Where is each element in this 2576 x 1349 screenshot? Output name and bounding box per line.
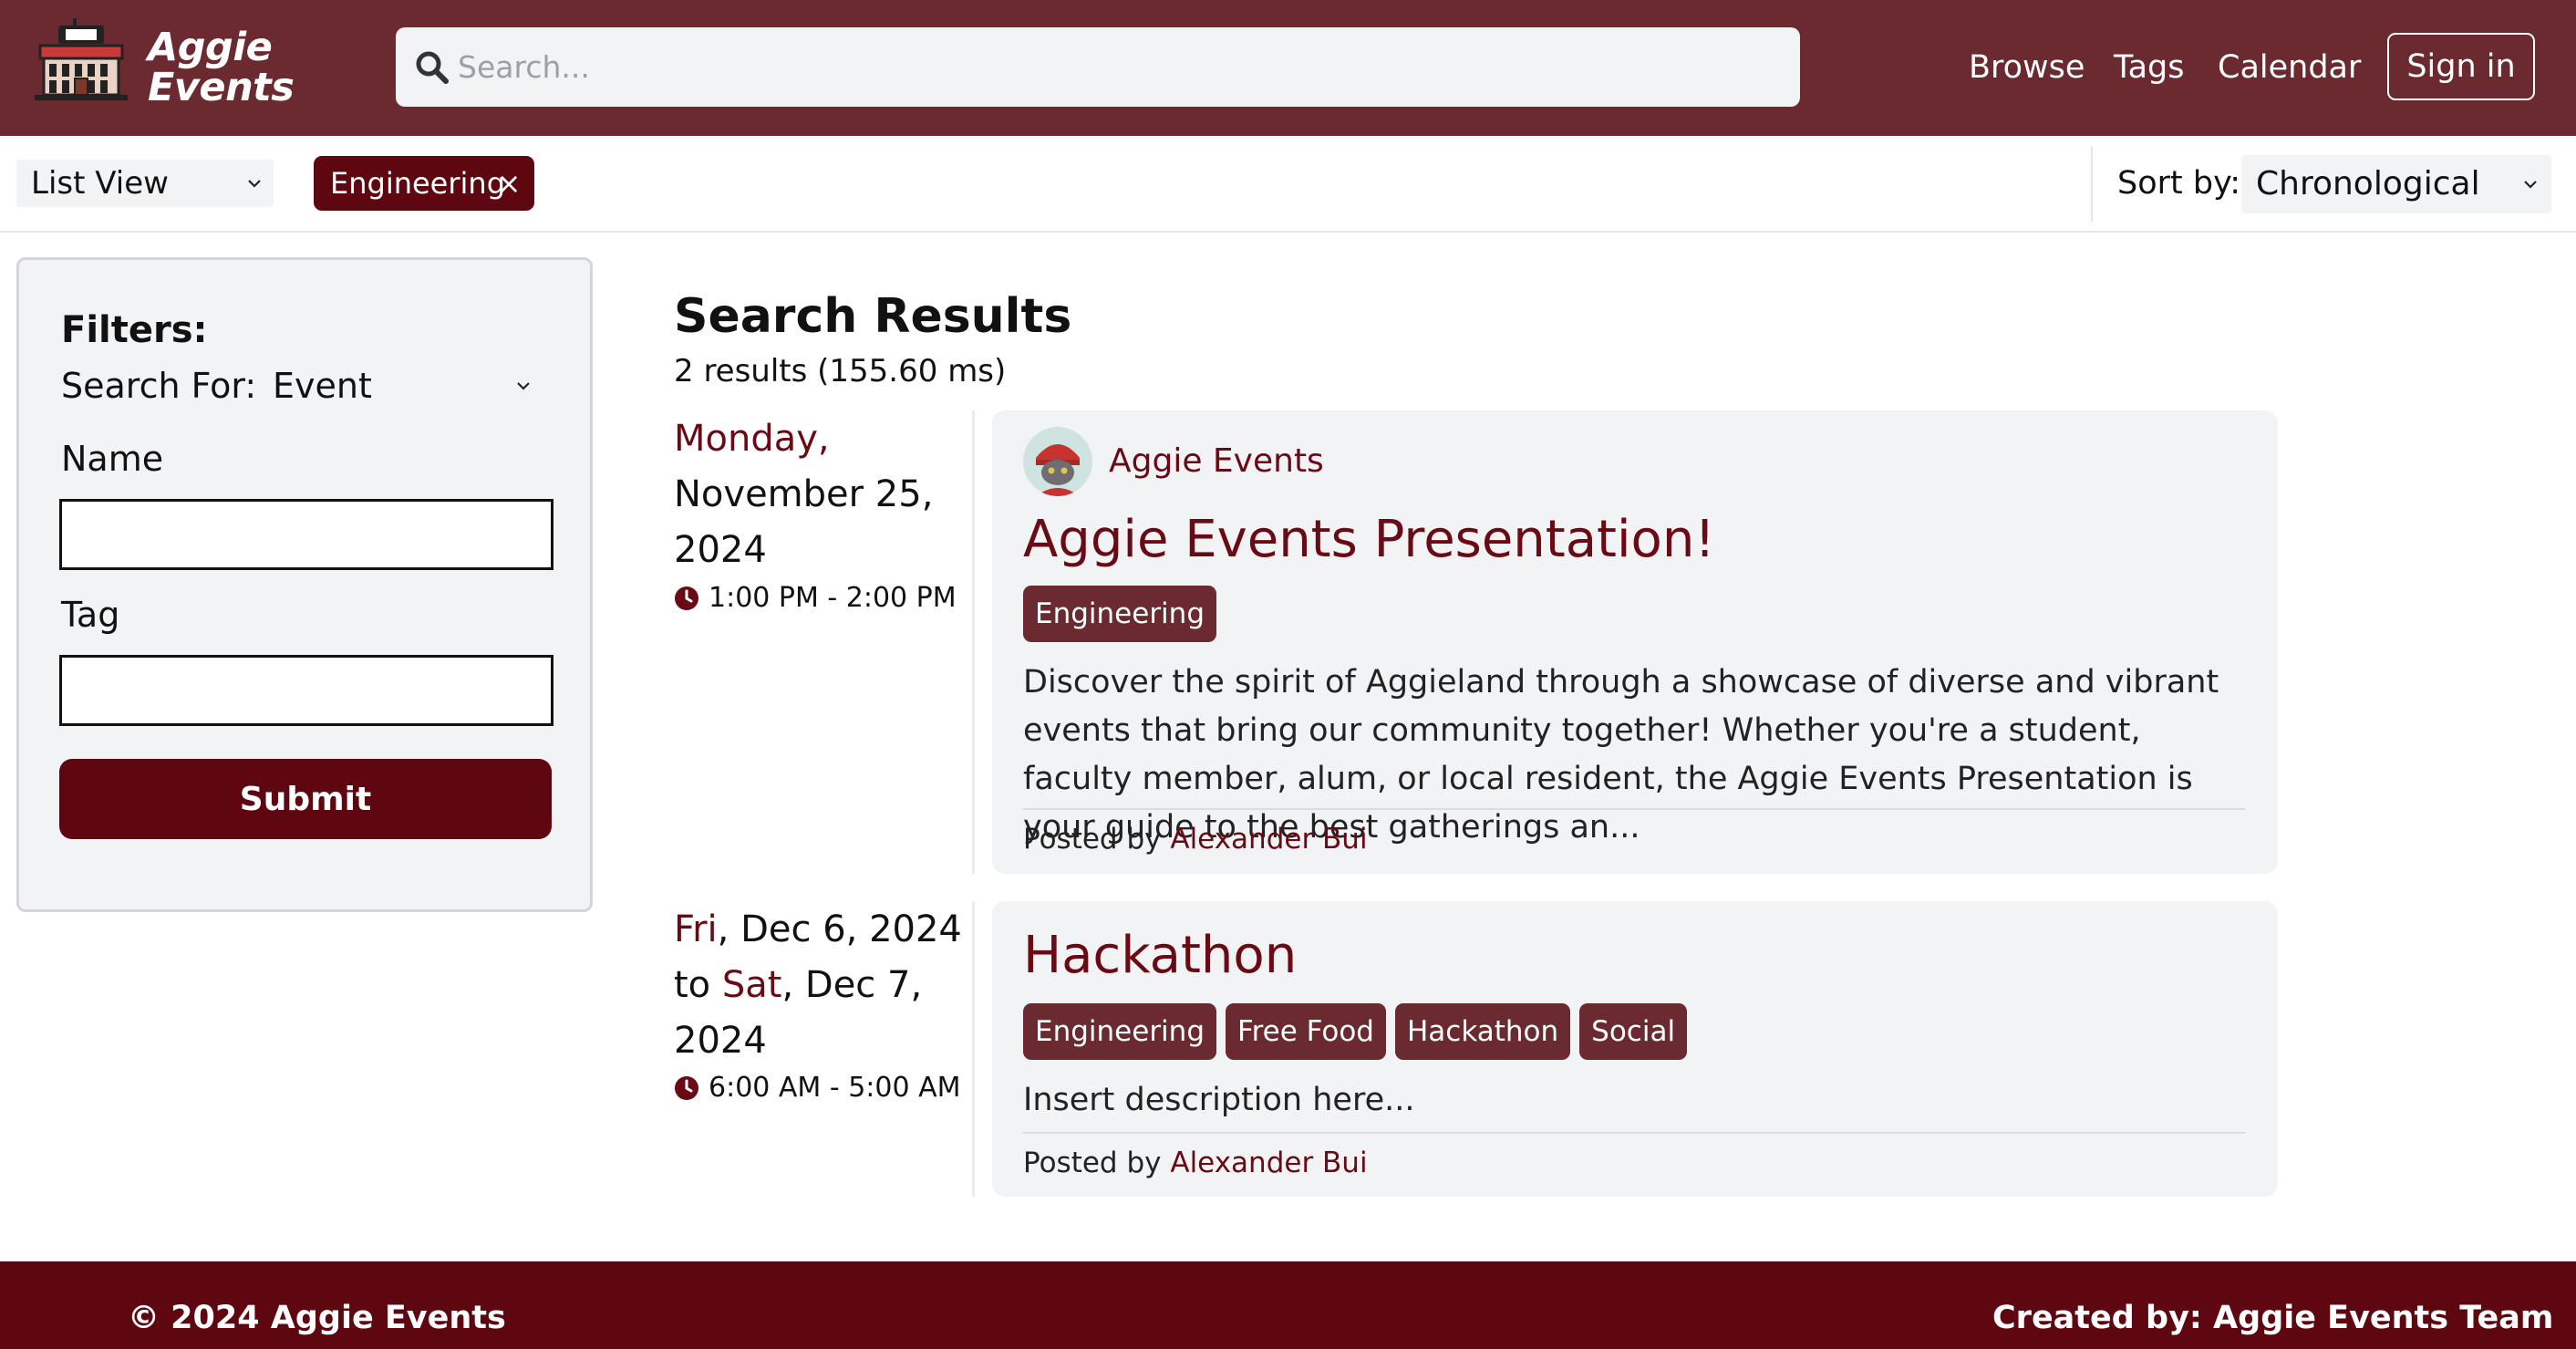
sort-label: Sort by: [2117,165,2241,202]
active-filter-label: Engineering [330,166,505,201]
event-date: Monday, November 25, 2024 [674,411,975,578]
active-filter-chip: Engineering × [314,156,534,211]
event-date-line: November 25, [674,473,934,515]
card-divider [1023,808,2245,810]
nav-calendar-link[interactable]: Calendar [2218,47,2361,88]
organization-link[interactable]: Aggie Events [1109,441,1324,482]
view-mode-value: List View [31,165,169,202]
event-title-link[interactable]: Aggie Events Presentation! [1023,509,1715,571]
posted-by-label: Posted by [1023,1147,1162,1179]
event-end-date: to Sat, Dec 7, [674,958,975,1013]
tag-field[interactable] [59,655,553,726]
view-mode-select[interactable]: List View [16,160,274,207]
search-for-label: Search For: [61,366,257,406]
event-to-label: to [674,964,722,1006]
tag-chip[interactable]: Engineering [1023,1003,1216,1060]
posted-by-label: Posted by [1023,823,1162,856]
author-link[interactable]: Alexander Bui [1170,823,1367,856]
event-tags: Engineering Free Food Hackathon Social [1023,1003,1688,1060]
tag-label: Tag [61,595,120,635]
event-start-date: Fri, Dec 6, 2024 [674,902,975,958]
tag-chip[interactable]: Free Food [1226,1003,1386,1060]
event-end-day: Sat [721,964,782,1006]
event-date-year: 2024 [674,529,767,571]
footer: © 2024 Aggie Events Created by: Aggie Ev… [0,1261,2576,1349]
search-icon [416,51,449,84]
tag-chip[interactable]: Hackathon [1394,1003,1571,1060]
event-start-day: Fri [674,908,718,950]
event-end-year: 2024 [674,1020,767,1062]
tag-chip[interactable]: Engineering [1023,586,1216,642]
sort-select[interactable]: Chronological [2241,155,2551,213]
search-input[interactable] [458,27,1771,107]
filters-title: Filters: [61,309,208,351]
search-for-value: Event [273,366,372,406]
event-day: Monday, [674,418,830,460]
chevron-down-icon [248,180,261,188]
name-field[interactable] [59,499,553,570]
toolbar-divider [2091,147,2093,222]
sort-value: Chronological [2256,165,2480,202]
event-card[interactable]: Hackathon Engineering Free Food Hackatho… [992,901,2278,1197]
building-logo-icon[interactable] [31,16,131,108]
results-title: Search Results [674,289,1072,344]
event-tags: Engineering [1023,586,1216,642]
event-date: Fri, Dec 6, 2024 to Sat, Dec 7, 2024 [674,902,975,1069]
clock-icon [675,586,698,610]
nav-browse-link[interactable]: Browse [1969,47,2085,88]
chevron-down-icon [517,382,530,390]
event-time-text: 1:00 PM - 2:00 PM [709,582,957,614]
search-bar[interactable] [396,27,1800,107]
logo-wordmark[interactable]: Aggie Events [148,25,295,110]
event-time: 6:00 AM - 5:00 AM [674,1070,961,1106]
filters-panel: Filters: Search For: Event Name Tag Subm… [16,257,593,912]
posted-by: Posted by Alexander Bui [1023,1145,1368,1181]
posted-by: Posted by Alexander Bui [1023,821,1368,857]
event-end-rest: , Dec 7, [781,964,923,1006]
tag-chip[interactable]: Social [1579,1003,1688,1060]
top-nav-bar: Aggie Events Browse Tags Calendar Sign i… [0,0,2576,136]
event-start-rest: , Dec 6, 2024 [717,908,962,950]
sign-in-button[interactable]: Sign in [2387,33,2535,100]
event-description: Insert description here... [1023,1082,1415,1118]
author-link[interactable]: Alexander Bui [1170,1147,1367,1179]
footer-copyright: © 2024 Aggie Events [128,1300,506,1336]
chevron-down-icon [2524,181,2537,189]
date-divider [972,901,975,1197]
event-title-link[interactable]: Hackathon [1023,925,1297,987]
card-divider [1023,1132,2245,1134]
avatar-cat-icon[interactable] [1023,427,1092,496]
date-divider [972,410,975,874]
nav-tags-link[interactable]: Tags [2114,47,2185,88]
name-label: Name [61,439,164,479]
submit-button[interactable]: Submit [59,759,552,839]
search-for-select[interactable]: Event [273,364,546,408]
remove-filter-close-icon[interactable]: × [492,156,525,211]
event-card[interactable]: Aggie Events Aggie Events Presentation! … [992,410,2278,874]
event-time-text: 6:00 AM - 5:00 AM [709,1072,961,1104]
logo-line-1: Aggie [148,25,273,70]
results-count: 2 results (155.60 ms) [674,353,1007,389]
footer-credits: Created by: Aggie Events Team [1992,1300,2554,1336]
logo-line-2: Events [148,65,295,110]
results-toolbar: List View Engineering × Sort by: Chronol… [0,136,2576,233]
event-time: 1:00 PM - 2:00 PM [674,580,957,617]
clock-icon [675,1076,698,1100]
